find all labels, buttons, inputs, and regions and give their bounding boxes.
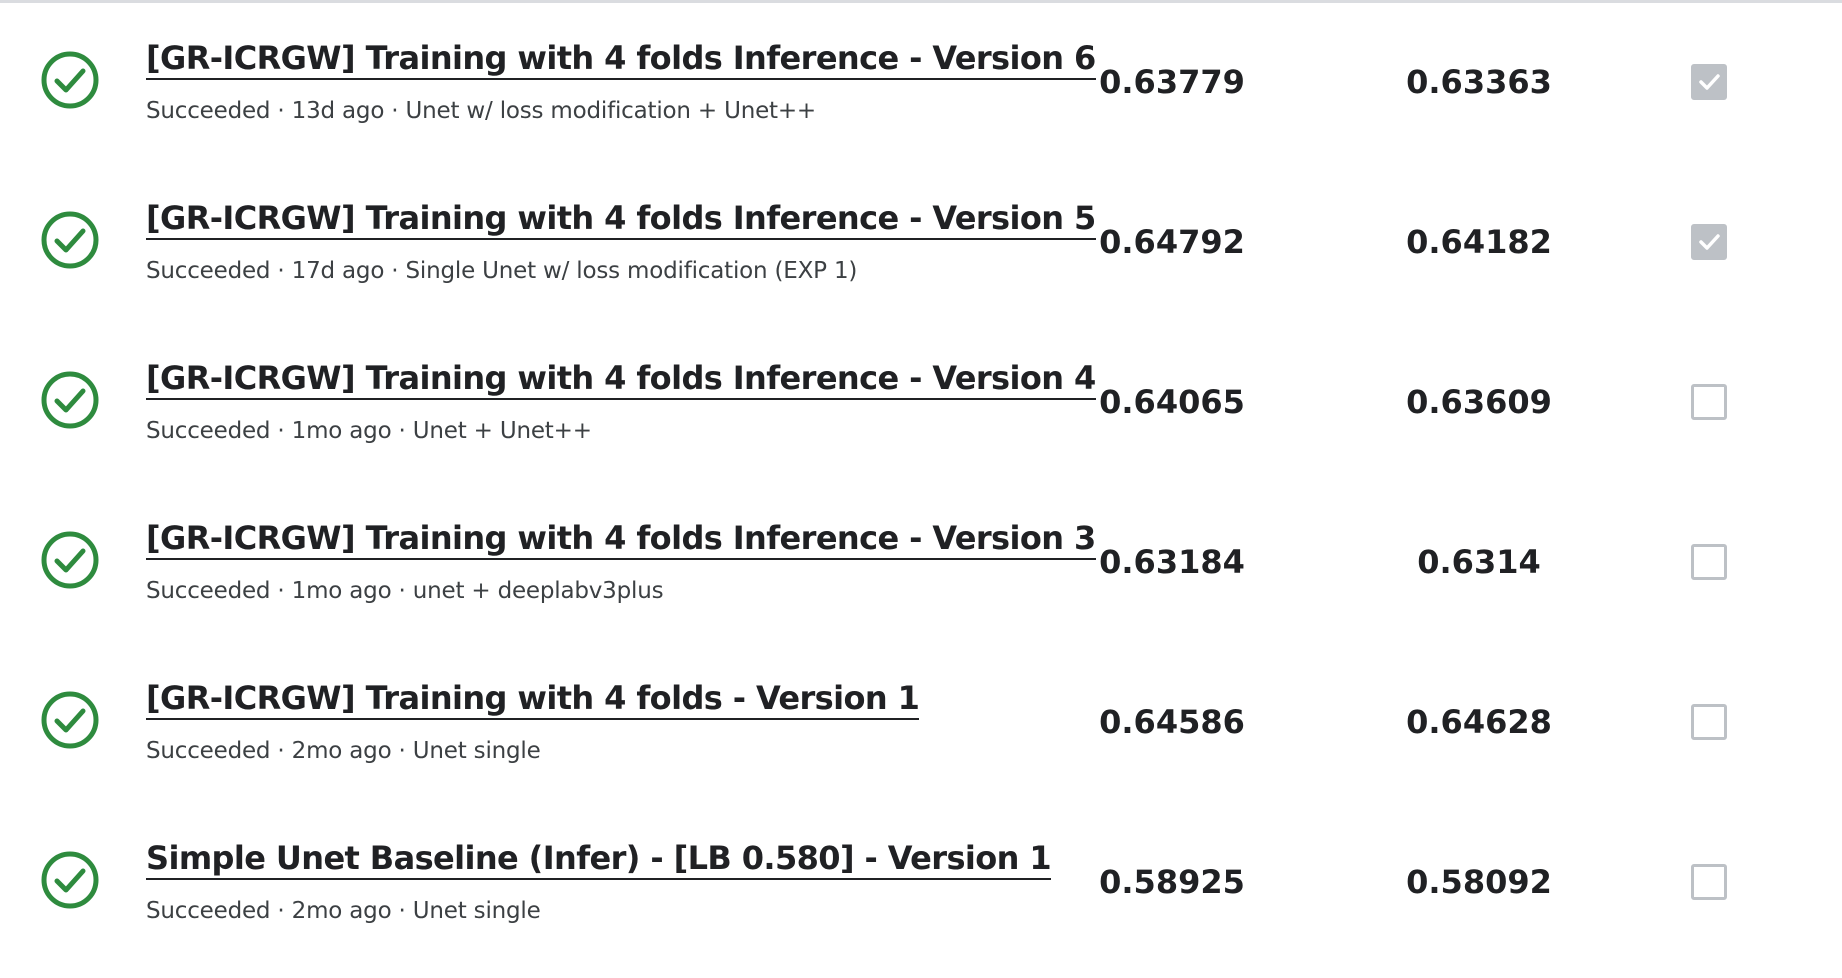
submission-meta: Succeeded · 13d ago · Unet w/ loss modif…	[146, 98, 816, 124]
check-circle-icon	[40, 530, 100, 590]
submission-title-link[interactable]: [GR-ICRGW] Training with 4 folds Inferen…	[146, 38, 1096, 80]
private-score: 0.58925	[1099, 863, 1245, 901]
submission-row: [GR-ICRGW] Training with 4 folds Inferen…	[0, 160, 1842, 320]
public-score: 0.63609	[1406, 383, 1552, 421]
submission-title-link[interactable]: [GR-ICRGW] Training with 4 folds Inferen…	[146, 358, 1096, 400]
private-score: 0.64792	[1099, 223, 1245, 261]
submission-title-link[interactable]: [GR-ICRGW] Training with 4 folds Inferen…	[146, 518, 1096, 560]
submission-meta: Succeeded · 2mo ago · Unet single	[146, 738, 541, 764]
submission-meta: Succeeded · 1mo ago · unet + deeplabv3pl…	[146, 578, 664, 604]
checkmark-icon	[1699, 234, 1720, 250]
check-circle-icon	[40, 370, 100, 430]
private-score: 0.64586	[1099, 703, 1245, 741]
public-score: 0.63363	[1406, 63, 1552, 101]
private-score: 0.63779	[1099, 63, 1245, 101]
public-score: 0.64628	[1406, 703, 1552, 741]
check-circle-icon	[40, 690, 100, 750]
check-circle-icon	[40, 850, 100, 910]
submission-row: Simple Unet Baseline (Infer) - [LB 0.580…	[0, 800, 1842, 960]
select-checkbox[interactable]	[1691, 864, 1727, 900]
select-checkbox[interactable]	[1691, 704, 1727, 740]
checkmark-icon	[1699, 74, 1720, 90]
submission-meta: Succeeded · 17d ago · Single Unet w/ los…	[146, 258, 858, 284]
select-checkbox[interactable]	[1691, 224, 1727, 260]
submission-meta: Succeeded · 1mo ago · Unet + Unet++	[146, 418, 592, 444]
public-score: 0.64182	[1406, 223, 1552, 261]
submission-title-link[interactable]: [GR-ICRGW] Training with 4 folds - Versi…	[146, 678, 920, 720]
submission-title-link[interactable]: Simple Unet Baseline (Infer) - [LB 0.580…	[146, 838, 1052, 880]
select-checkbox[interactable]	[1691, 544, 1727, 580]
submission-row: [GR-ICRGW] Training with 4 folds Inferen…	[0, 320, 1842, 480]
select-checkbox[interactable]	[1691, 384, 1727, 420]
check-circle-icon	[40, 50, 100, 110]
submission-meta: Succeeded · 2mo ago · Unet single	[146, 898, 541, 924]
private-score: 0.64065	[1099, 383, 1245, 421]
submission-row: [GR-ICRGW] Training with 4 folds - Versi…	[0, 640, 1842, 800]
public-score: 0.58092	[1406, 863, 1552, 901]
private-score: 0.63184	[1099, 543, 1245, 581]
submission-title-link[interactable]: [GR-ICRGW] Training with 4 folds Inferen…	[146, 198, 1096, 240]
submission-row: [GR-ICRGW] Training with 4 folds Inferen…	[0, 480, 1842, 640]
submission-row: [GR-ICRGW] Training with 4 folds Inferen…	[0, 0, 1842, 160]
select-checkbox[interactable]	[1691, 64, 1727, 100]
public-score: 0.6314	[1417, 543, 1541, 581]
check-circle-icon	[40, 210, 100, 270]
